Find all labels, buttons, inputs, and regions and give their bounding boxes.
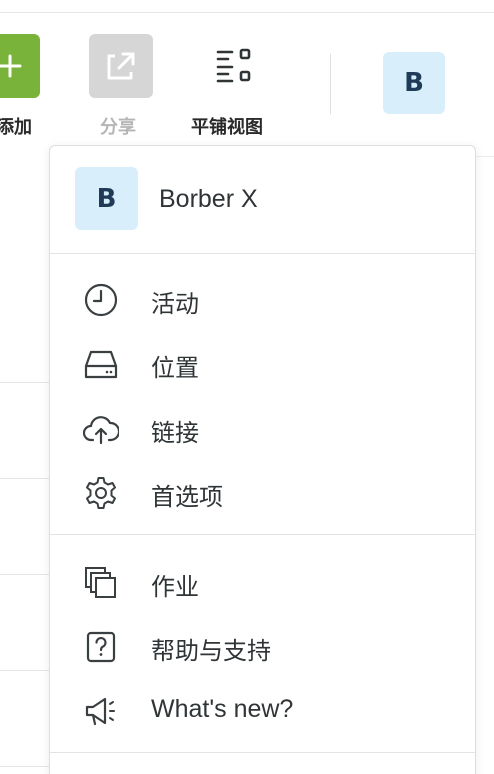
drive-icon (84, 350, 118, 379)
menu-divider (50, 752, 475, 753)
list-divider (0, 766, 50, 767)
clock-icon (84, 283, 118, 317)
share-icon (107, 52, 135, 80)
plus-icon (0, 54, 22, 78)
gear-icon (86, 477, 116, 509)
stacked-copies-icon (85, 567, 116, 598)
menu-item-label: 帮助与支持 (151, 637, 271, 665)
avatar: B (75, 167, 138, 230)
menu-item-label: 活动 (151, 290, 199, 318)
menu-item-label: What's new? (151, 695, 294, 723)
menu-item-jobs[interactable]: 作业 (50, 556, 475, 608)
account-menu: B Borber X 活动 位置 链接 首选项 作业 帮助与支持 What's … (49, 145, 476, 774)
add-label: 添加 (0, 117, 32, 138)
share-label: 分享 (100, 117, 136, 138)
share-button[interactable] (89, 34, 153, 98)
list-divider (0, 478, 50, 479)
tile-view-button[interactable] (200, 46, 260, 86)
user-avatar-button[interactable]: B (383, 52, 445, 114)
toolbar-divider (330, 54, 331, 114)
menu-item-links[interactable]: 链接 (50, 402, 475, 454)
menu-item-label: 作业 (151, 573, 199, 601)
menu-divider (50, 253, 475, 254)
cloud-upload-icon (83, 416, 119, 445)
menu-divider (50, 534, 475, 535)
add-button[interactable] (0, 34, 40, 98)
menu-item-help[interactable]: 帮助与支持 (50, 620, 475, 672)
help-icon (86, 631, 116, 663)
menu-item-label: 位置 (151, 354, 199, 382)
list-divider (0, 574, 50, 575)
menu-item-whats-new[interactable]: What's new? (50, 684, 475, 736)
megaphone-icon (85, 697, 115, 726)
tile-view-icon (216, 48, 251, 83)
menu-item-locations[interactable]: 位置 (50, 337, 475, 389)
menu-item-preferences[interactable]: 首选项 (50, 466, 475, 518)
tile-view-label: 平铺视图 (191, 117, 263, 138)
menu-item-label: 链接 (151, 419, 199, 447)
menu-item-activity[interactable]: 活动 (50, 273, 475, 325)
user-name: Borber X (159, 185, 258, 213)
header-bottom-rule (475, 156, 494, 157)
list-divider (0, 670, 50, 671)
menu-user-header[interactable]: B Borber X (50, 146, 475, 254)
toolbar-top-rule (0, 12, 494, 13)
menu-item-label: 首选项 (151, 483, 223, 511)
list-divider (0, 382, 50, 383)
